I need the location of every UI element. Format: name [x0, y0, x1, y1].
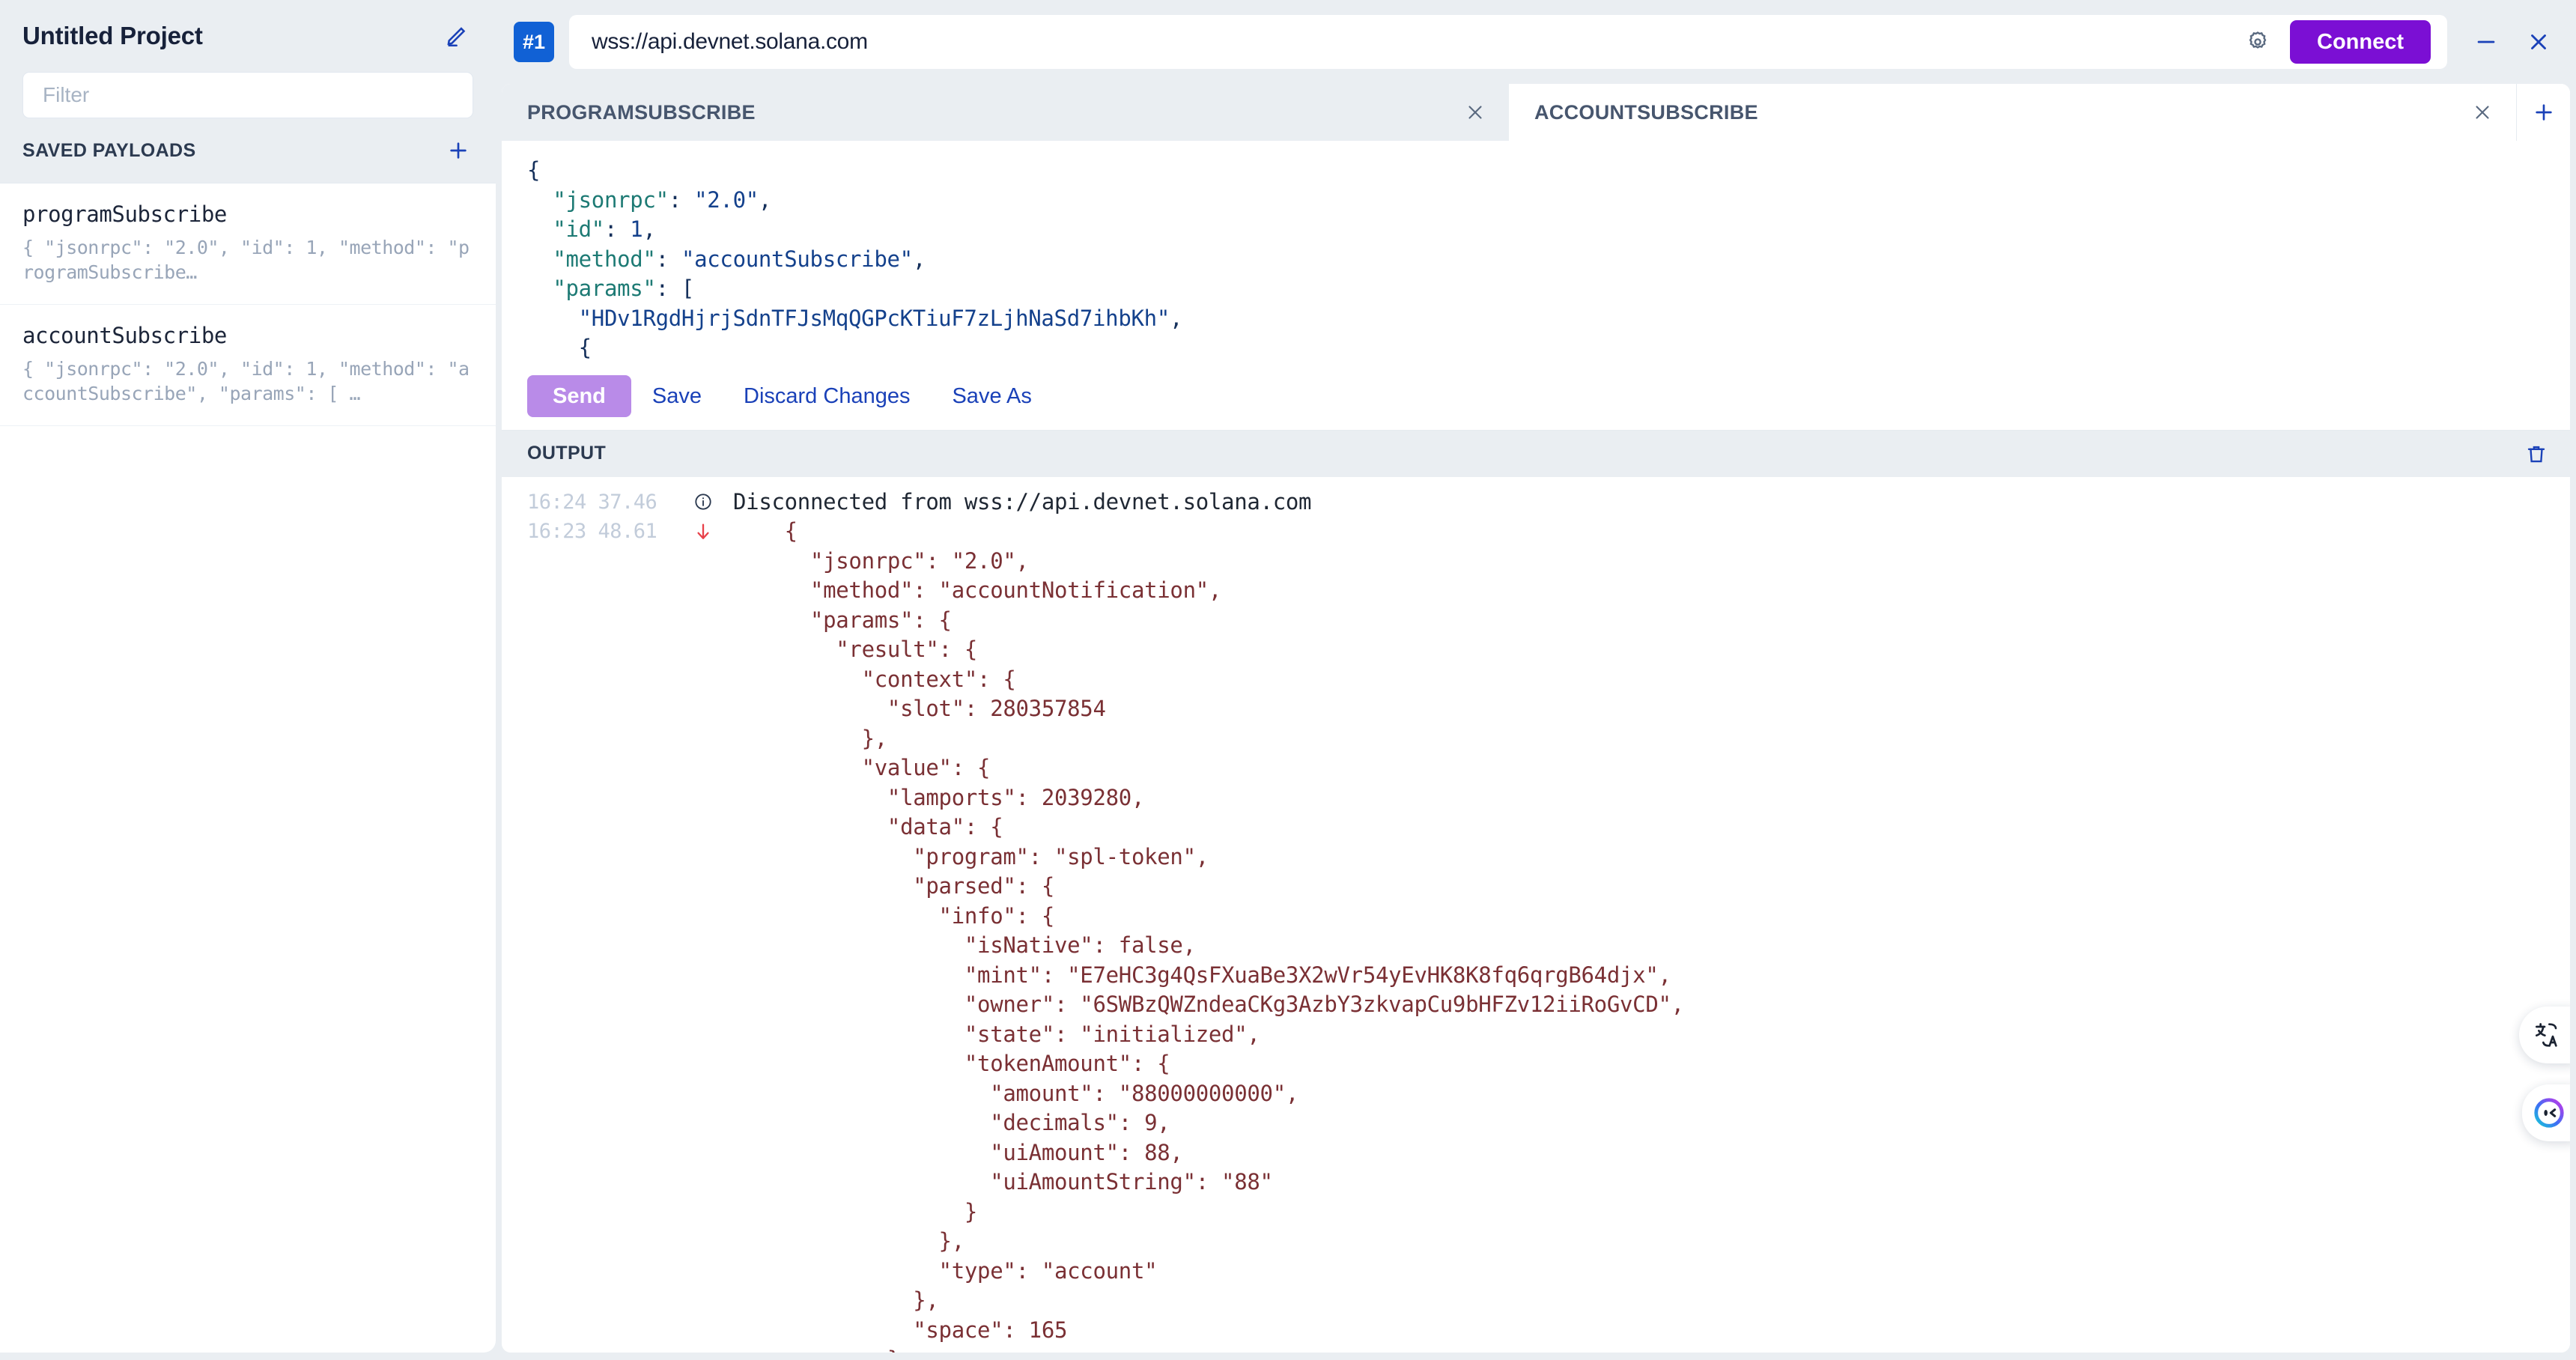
saved-payloads-header: SAVED PAYLOADS	[0, 118, 496, 183]
saved-payloads-label: SAVED PAYLOADS	[22, 140, 196, 162]
tab-label: PROGRAMSUBSCRIBE	[527, 101, 756, 124]
log-timestamp: 16:24 37.46	[527, 488, 688, 517]
gear-icon[interactable]	[2238, 29, 2290, 55]
payload-name: accountSubscribe	[22, 323, 473, 348]
floating-widgets	[2519, 1007, 2570, 1141]
connection-index-badge[interactable]: #1	[514, 22, 554, 62]
tab-programsubscribe[interactable]: PROGRAMSUBSCRIBE	[502, 84, 1509, 141]
saved-payloads-list: programSubscribe { "jsonrpc": "2.0", "id…	[0, 183, 496, 1353]
list-item[interactable]: accountSubscribe { "jsonrpc": "2.0", "id…	[0, 305, 496, 426]
editor-actions: Send Save Discard Changes Save As	[502, 363, 2570, 431]
pencil-icon[interactable]	[445, 23, 470, 49]
log-timestamp: 16:23 48.61	[527, 517, 688, 547]
page-title: Untitled Project	[22, 22, 203, 50]
tab-bar: PROGRAMSUBSCRIBE ACCOUNTSUBSCRIBE	[502, 84, 2570, 141]
payload-name: programSubscribe	[22, 201, 473, 227]
search-input[interactable]	[22, 72, 473, 118]
save-button[interactable]: Save	[631, 384, 723, 409]
send-button[interactable]: Send	[527, 375, 631, 417]
sidebar-filter-wrap	[0, 72, 496, 118]
tab-accountsubscribe[interactable]: ACCOUNTSUBSCRIBE	[1509, 84, 2516, 141]
url-bar: Connect	[569, 15, 2447, 69]
output-header: OUTPUT	[502, 431, 2570, 477]
connect-button[interactable]: Connect	[2290, 20, 2431, 64]
plus-icon[interactable]	[446, 139, 470, 163]
app-root: Untitled Project SAVED PAYLOADS programS…	[0, 0, 2576, 1360]
discard-changes-button[interactable]: Discard Changes	[723, 384, 931, 409]
payload-preview: { "jsonrpc": "2.0", "id": 1, "method": "…	[22, 356, 473, 406]
list-item[interactable]: programSubscribe { "jsonrpc": "2.0", "id…	[0, 183, 496, 305]
minimize-icon[interactable]	[2467, 22, 2506, 61]
log-entry: 16:23 48.61 { "jsonrpc": "2.0", "method"…	[502, 517, 2570, 1353]
add-tab-button[interactable]	[2516, 84, 2570, 141]
tab-label: ACCOUNTSUBSCRIBE	[1534, 101, 1758, 124]
assistant-avatar-icon[interactable]	[2522, 1084, 2570, 1141]
info-icon	[688, 488, 733, 517]
sidebar-header: Untitled Project	[0, 0, 496, 72]
log-json-payload: { "jsonrpc": "2.0", "method": "accountNo…	[733, 517, 1684, 1353]
log-entry: 16:24 37.46 Disconnected from wss://api.…	[502, 488, 2570, 517]
url-input[interactable]	[592, 29, 2238, 55]
close-icon[interactable]	[2519, 22, 2558, 61]
payload-editor-code: { "jsonrpc": "2.0", "id": 1, "method": "…	[527, 156, 2570, 363]
save-as-button[interactable]: Save As	[931, 384, 1052, 409]
translate-icon[interactable]	[2519, 1007, 2570, 1063]
output-label: OUTPUT	[527, 443, 606, 464]
close-icon[interactable]	[1464, 101, 1486, 124]
main-area: #1 Connect P	[496, 0, 2576, 1360]
arrow-down-icon	[688, 517, 733, 547]
connection-toolbar: #1 Connect	[502, 0, 2570, 84]
output-log[interactable]: 16:24 37.46 Disconnected from wss://api.…	[502, 477, 2570, 1353]
trash-icon[interactable]	[2525, 442, 2548, 466]
payload-editor[interactable]: { "jsonrpc": "2.0", "id": 1, "method": "…	[502, 141, 2570, 363]
workspace-panel: PROGRAMSUBSCRIBE ACCOUNTSUBSCRIBE	[502, 84, 2570, 1353]
payload-preview: { "jsonrpc": "2.0", "id": 1, "method": "…	[22, 235, 473, 285]
sidebar: Untitled Project SAVED PAYLOADS programS…	[0, 0, 496, 1353]
log-message: Disconnected from wss://api.devnet.solan…	[733, 488, 1311, 517]
close-icon[interactable]	[2471, 101, 2494, 124]
